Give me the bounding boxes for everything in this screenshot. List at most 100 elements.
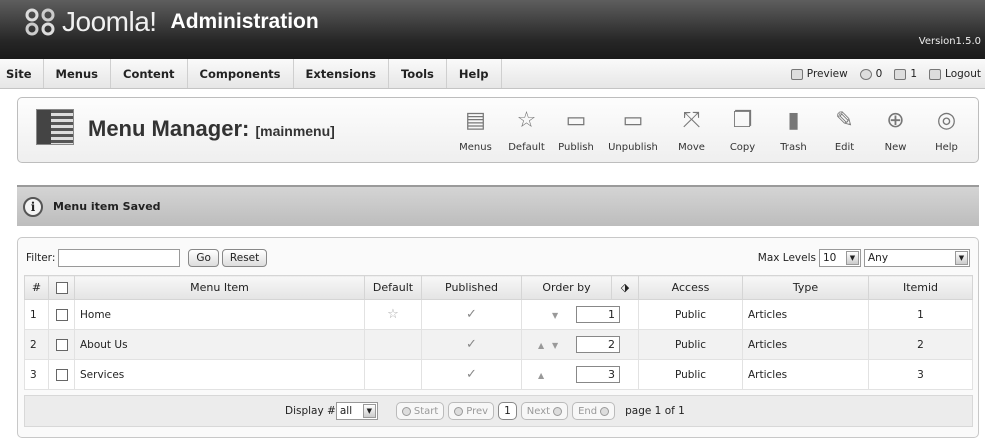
published-check-icon[interactable]: ✓ [466, 367, 477, 382]
order-input[interactable]: 2 [576, 336, 620, 353]
new-icon: ⊕ [886, 107, 905, 133]
menu-content[interactable]: Content [111, 59, 188, 88]
publish-icon: ▭ [565, 107, 587, 133]
itemid-value: 2 [868, 329, 973, 360]
page-number-button[interactable]: 1 [498, 402, 517, 420]
row-number: 1 [24, 299, 49, 330]
toolbar-buttons: ▤ Menus ☆ Default ▭ Publish ▭ Unpublish ⤧ Mov… [450, 104, 972, 154]
menus-icon: ▤ [465, 107, 486, 133]
end-icon [600, 406, 610, 416]
col-itemid[interactable]: Itemid [868, 275, 973, 300]
select-all-checkbox[interactable] [55, 282, 68, 294]
col-order-by[interactable]: Order by [521, 275, 612, 300]
menu-extensions[interactable]: Extensions [294, 59, 389, 88]
reset-button[interactable]: Reset [221, 249, 268, 267]
col-number: # [24, 275, 49, 300]
menu-site[interactable]: Site [0, 59, 44, 88]
access-value[interactable]: Public [638, 359, 743, 390]
display-count-select[interactable]: all ▼ [335, 402, 378, 420]
logout-icon [929, 68, 942, 80]
chevron-down-icon: ▼ [846, 251, 859, 265]
messages-icon [859, 68, 872, 80]
trash-button[interactable]: ▮ Trash [768, 104, 819, 154]
filter-input[interactable] [58, 249, 181, 267]
col-default[interactable]: Default [364, 275, 422, 300]
joomla-logo-icon [25, 8, 55, 36]
new-button[interactable]: ⊕ New [870, 104, 921, 154]
prev-button[interactable]: Prev [448, 402, 495, 420]
col-access[interactable]: Access [638, 275, 743, 300]
menu-item-link[interactable]: Services [74, 359, 365, 390]
menu-tools[interactable]: Tools [389, 59, 447, 88]
version-label: Version1.5.0 [918, 36, 981, 47]
edit-button[interactable]: ✎ Edit [819, 104, 870, 154]
trash-icon: ▮ [787, 107, 800, 133]
go-button[interactable]: Go [188, 249, 219, 267]
menu-menus[interactable]: Menus [44, 59, 111, 88]
row-checkbox[interactable] [55, 368, 68, 381]
display-label: Display # [285, 405, 336, 417]
access-select[interactable]: Any ▼ [864, 249, 970, 267]
order-input[interactable]: 3 [576, 366, 620, 383]
messages-count[interactable]: 0 [859, 68, 882, 80]
move-down-icon[interactable]: ▼ [552, 341, 566, 350]
prev-icon [454, 406, 464, 416]
unpublish-button[interactable]: ▭ Unpublish [600, 104, 666, 154]
joomla-logo: Joomla! Administration [24, 6, 319, 38]
access-value[interactable]: Public [638, 329, 743, 360]
logout-link[interactable]: Logout [929, 68, 981, 80]
col-published[interactable]: Published [421, 275, 522, 300]
menu-type-label: [mainmenu] [255, 123, 335, 139]
menu-item-link[interactable]: About Us [74, 329, 365, 360]
col-menu-item[interactable]: Menu Item [74, 275, 365, 300]
table-header-row: # Menu Item Default Published Order by ⬗… [24, 275, 973, 300]
row-number: 3 [24, 359, 49, 390]
row-checkbox[interactable] [55, 308, 68, 321]
max-levels-select[interactable]: 10 ▼ [819, 249, 861, 267]
message-text: Menu item Saved [53, 200, 161, 213]
col-type[interactable]: Type [742, 275, 869, 300]
publish-button[interactable]: ▭ Publish [552, 104, 600, 154]
menu-item-link[interactable]: Home [74, 299, 365, 330]
row-checkbox[interactable] [55, 338, 68, 351]
unpublish-icon: ▭ [622, 107, 644, 133]
users-count[interactable]: 1 [894, 68, 917, 80]
page-title: Menu Manager: [mainmenu] [88, 116, 335, 141]
next-button[interactable]: Next [520, 402, 569, 420]
table-row: 3 Services ✓ ▲ 3 Public Articles 3 [24, 359, 973, 390]
move-down-icon[interactable]: ▼ [552, 311, 566, 320]
save-order-icon[interactable]: ⬗ [621, 281, 629, 294]
start-button[interactable]: Start [395, 402, 445, 420]
help-icon: ◎ [936, 107, 957, 133]
default-star-icon[interactable]: ☆ [387, 307, 399, 322]
col-save-order: ⬗ [611, 275, 639, 300]
copy-button[interactable]: ❐ Copy [717, 104, 768, 154]
status-area: Preview 0 1 Logout [790, 59, 981, 89]
help-button[interactable]: ◎ Help [921, 104, 972, 154]
move-icon: ⤧ [682, 107, 701, 133]
itemid-value: 1 [868, 299, 973, 330]
menu-help[interactable]: Help [447, 59, 502, 88]
move-up-icon[interactable]: ▲ [538, 341, 552, 350]
menu-components[interactable]: Components [188, 59, 294, 88]
preview-link[interactable]: Preview [790, 68, 848, 80]
move-button[interactable]: ⤧ Move [666, 104, 717, 154]
menus-button[interactable]: ▤ Menus [450, 104, 501, 154]
published-check-icon[interactable]: ✓ [466, 337, 477, 352]
default-button[interactable]: ☆ Default [501, 104, 552, 154]
info-icon: i [23, 196, 43, 217]
order-input[interactable]: 1 [576, 306, 620, 323]
access-value[interactable]: Public [638, 299, 743, 330]
filter-bar: Filter: Go Reset [26, 249, 268, 267]
filter-label: Filter: [26, 252, 56, 264]
chevron-down-icon: ▼ [955, 251, 968, 265]
move-up-icon[interactable]: ▲ [538, 371, 552, 380]
start-icon [401, 406, 411, 416]
logo-text: Joomla! [62, 6, 157, 37]
menu-manager-icon [36, 109, 74, 145]
itemid-value: 3 [868, 359, 973, 390]
end-button[interactable]: End [572, 402, 616, 420]
max-levels-label: Max Levels [757, 252, 816, 264]
pagination-bar: Display # all ▼ Start Prev 1 Next End pag… [24, 395, 973, 427]
published-check-icon[interactable]: ✓ [466, 307, 477, 322]
